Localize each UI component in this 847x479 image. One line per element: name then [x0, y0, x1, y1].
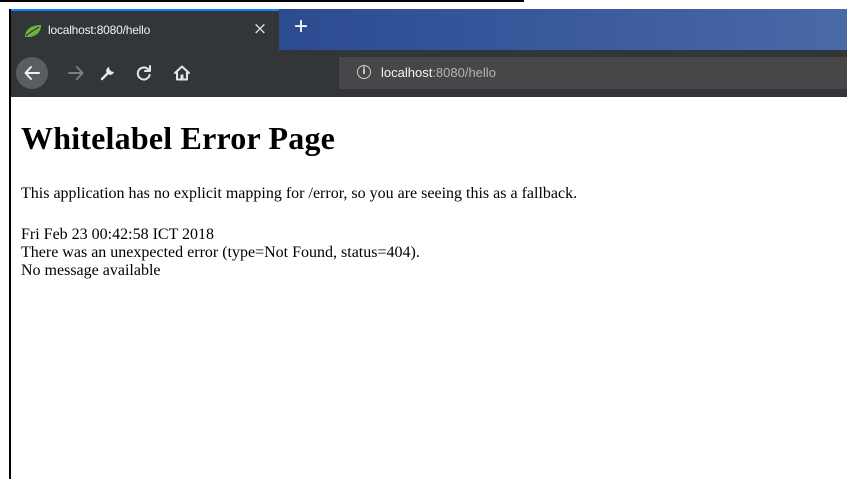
forward-button[interactable]: [60, 57, 92, 89]
error-timestamp: Fri Feb 23 00:42:58 ICT 2018: [21, 226, 215, 243]
url-host: localhost: [381, 65, 433, 80]
wrench-icon: [100, 67, 114, 81]
top-border: [0, 0, 524, 2]
error-message: No message available: [21, 262, 161, 279]
navigation-toolbar: i localhost:8080/hello: [11, 50, 847, 97]
tools-button[interactable]: [92, 57, 124, 89]
url-text[interactable]: localhost:8080/hello: [381, 65, 496, 80]
address-bar[interactable]: i localhost:8080/hello: [339, 57, 847, 89]
error-details: Fri Feb 23 00:42:58 ICT 2018 There was an…: [21, 226, 420, 280]
reload-icon: [136, 65, 151, 81]
info-icon[interactable]: i: [357, 65, 371, 79]
tab-localhost-hello[interactable]: localhost:8080/hello ×: [11, 9, 279, 50]
home-button[interactable]: [166, 57, 198, 89]
page-content: Whitelabel Error Page This application h…: [11, 97, 847, 479]
tab-strip: localhost:8080/hello × +: [11, 9, 847, 50]
error-description: This application has no explicit mapping…: [21, 185, 578, 202]
page-title: Whitelabel Error Page: [21, 120, 336, 156]
error-type-status: There was an unexpected error (type=Not …: [21, 244, 420, 261]
browser-window: localhost:8080/hello × + i localhost:808…: [9, 9, 847, 479]
spring-leaf-icon: [25, 25, 41, 37]
plus-icon[interactable]: +: [290, 14, 312, 40]
back-button[interactable]: [16, 57, 48, 89]
tab-title: localhost:8080/hello: [48, 23, 151, 37]
close-icon[interactable]: ×: [251, 20, 269, 38]
forward-arrow-icon: [68, 66, 84, 80]
back-arrow-icon: [24, 66, 40, 80]
reload-button[interactable]: [128, 57, 160, 89]
url-path: :8080/hello: [432, 65, 496, 80]
home-icon: [174, 65, 190, 81]
